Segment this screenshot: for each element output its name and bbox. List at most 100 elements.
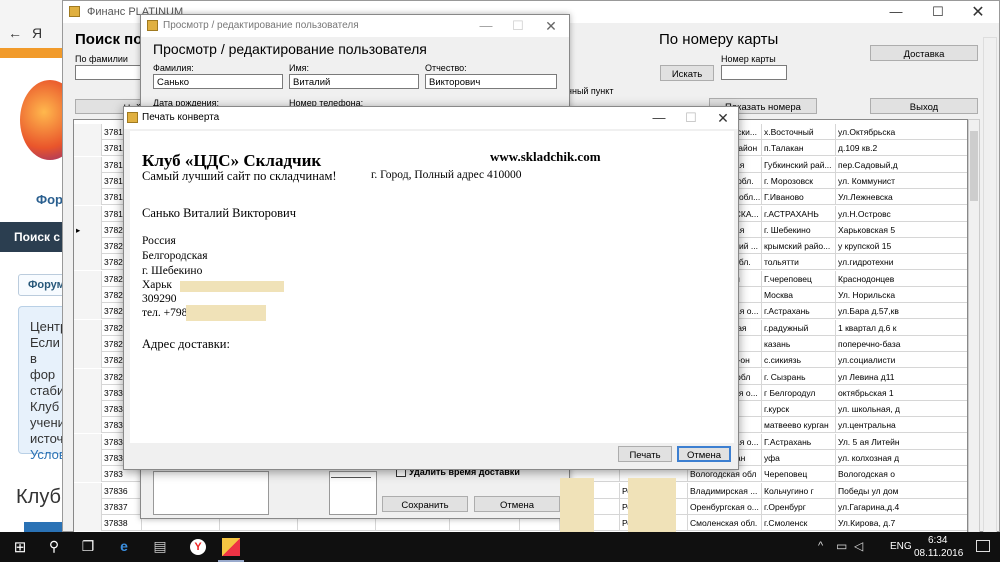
table-cell-marker[interactable]: [74, 498, 102, 515]
card-number-input[interactable]: [721, 65, 787, 80]
table-cell-city[interactable]: г.Смоленск: [762, 515, 836, 532]
table-cell-city[interactable]: Г.Иваново: [762, 189, 836, 206]
site-search-bar[interactable]: Поиск с: [0, 222, 65, 252]
table-cell-city[interactable]: г.АСТРАХАНЬ: [762, 205, 836, 222]
clock-date[interactable]: 08.11.2016: [914, 548, 963, 559]
notifications-icon[interactable]: [976, 540, 990, 552]
table-cell-marker[interactable]: [74, 515, 102, 532]
table-cell-street[interactable]: ул.Н.Островс: [836, 206, 967, 222]
table-cell-city[interactable]: Г.череповец: [762, 270, 836, 287]
table-cell-street[interactable]: Вологодская о: [836, 466, 967, 482]
club-button[interactable]: [24, 522, 64, 532]
window-scrollbar[interactable]: [983, 37, 997, 533]
table-cell-city[interactable]: х.Восточный: [762, 124, 836, 140]
table-cell-street[interactable]: пер.Садовый,д: [836, 157, 967, 173]
forum-button[interactable]: Форум: [18, 274, 65, 296]
language-indicator[interactable]: ENG: [890, 541, 912, 552]
table-cell-region[interactable]: Владимирская ...: [688, 482, 762, 499]
table-cell-city[interactable]: г.Оренбург: [762, 498, 836, 515]
table-cell-city[interactable]: Губкинский рай...: [762, 156, 836, 173]
search-icon[interactable]: ⚲: [44, 538, 64, 556]
maximize-icon[interactable]: ☐: [503, 15, 533, 37]
info-line[interactable]: Услов: [30, 447, 65, 463]
yandex-browser-icon[interactable]: Y: [190, 539, 206, 555]
table-cell-region[interactable]: Смоленская обл.: [688, 515, 762, 532]
yandex-tab-icon[interactable]: Я: [32, 25, 42, 41]
network-icon[interactable]: ▭: [836, 539, 847, 553]
table-cell-street[interactable]: Ул. Норильска: [836, 287, 967, 303]
minimize-icon[interactable]: —: [644, 107, 674, 129]
finance-app-icon[interactable]: [222, 538, 240, 556]
table-cell-id[interactable]: 37836: [102, 482, 142, 499]
table-cell-city[interactable]: Череповец: [762, 466, 836, 483]
close-icon[interactable]: ✕: [963, 1, 993, 23]
table-cell-city[interactable]: г.курск: [762, 401, 836, 418]
table-cell-city[interactable]: Г.Астрахань: [762, 433, 836, 450]
maximize-icon[interactable]: ☐: [676, 107, 706, 129]
table-cell-street[interactable]: Ул.Кирова, д.7: [836, 515, 967, 531]
table-cell-street[interactable]: Ул.Лежневска: [836, 189, 967, 205]
search-button[interactable]: Искать: [660, 65, 714, 81]
table-cell-marker[interactable]: [74, 189, 102, 206]
table-cell-city[interactable]: матвеево курган: [762, 417, 836, 434]
table-cell-marker[interactable]: [74, 352, 102, 369]
table-cell-city[interactable]: г. Сызрань: [762, 368, 836, 385]
table-cell-street[interactable]: Ул. 5 ая Литейн: [836, 434, 967, 450]
table-cell-marker[interactable]: [74, 319, 102, 336]
table-cell-street[interactable]: ул.социалисти: [836, 352, 967, 368]
table-cell-marker[interactable]: [74, 124, 102, 140]
file-explorer-icon[interactable]: ▤: [150, 538, 170, 556]
surname-field[interactable]: Санько: [153, 74, 283, 89]
back-arrow-icon[interactable]: ←: [8, 25, 22, 41]
table-cell-street[interactable]: ул.Гагарина,д.4: [836, 499, 967, 515]
table-cell-marker[interactable]: [74, 254, 102, 271]
table-cell-city[interactable]: г.Астрахань: [762, 303, 836, 320]
table-cell-id[interactable]: 37837: [102, 498, 142, 515]
grid-scroll-thumb[interactable]: [970, 131, 978, 201]
minimize-icon[interactable]: —: [881, 1, 911, 23]
table-cell-city[interactable]: г. Шебекино: [762, 221, 836, 238]
table-cell-city[interactable]: Кольчугино г: [762, 482, 836, 499]
table-cell-street[interactable]: ул.центральна: [836, 417, 967, 433]
table-cell-marker[interactable]: [74, 156, 102, 173]
windows-start-icon[interactable]: ⊞: [10, 538, 30, 556]
table-cell-region[interactable]: Оренбургская о...: [688, 498, 762, 515]
table-cell-city[interactable]: п.Талакан: [762, 140, 836, 157]
table-cell-marker[interactable]: [74, 205, 102, 222]
edge-browser-icon[interactable]: e: [114, 538, 134, 556]
table-cell-marker[interactable]: [74, 287, 102, 303]
table-cell-id[interactable]: 37838: [102, 515, 142, 532]
table-cell-city[interactable]: с.сикиязь: [762, 352, 836, 369]
table-cell-city[interactable]: Москва: [762, 287, 836, 303]
table-cell-marker[interactable]: [74, 417, 102, 434]
minimize-icon[interactable]: —: [471, 15, 501, 37]
table-cell-street[interactable]: Победы ул дом: [836, 483, 967, 499]
table-cell-marker[interactable]: [74, 401, 102, 418]
table-cell-marker[interactable]: [74, 140, 102, 157]
table-cell-street[interactable]: поперечно-база: [836, 336, 967, 352]
table-cell-city[interactable]: уфа: [762, 450, 836, 466]
table-cell-marker[interactable]: [74, 303, 102, 320]
table-cell-marker[interactable]: [74, 335, 102, 352]
table-cell-street[interactable]: ул.гидротехни: [836, 254, 967, 270]
table-cell-marker[interactable]: [74, 368, 102, 385]
table-cell-city[interactable]: г.радужный: [762, 319, 836, 336]
table-cell-marker[interactable]: [74, 270, 102, 287]
table-cell-street[interactable]: ул. Коммунист: [836, 173, 967, 189]
table-cell-marker[interactable]: [74, 466, 102, 483]
table-cell-marker[interactable]: [74, 450, 102, 466]
table-cell-street[interactable]: ул. колхозная д: [836, 450, 967, 466]
cancel-button[interactable]: Отмена: [677, 446, 731, 462]
maximize-icon[interactable]: ☐: [923, 1, 953, 23]
table-cell-city[interactable]: крымский райо...: [762, 238, 836, 255]
table-cell-street[interactable]: Харьковская 5: [836, 222, 967, 238]
patronymic-field[interactable]: Викторович: [425, 74, 557, 89]
table-cell-marker[interactable]: [74, 482, 102, 499]
table-cell-street[interactable]: д.109 кв.2: [836, 140, 967, 156]
table-cell-city[interactable]: г. Морозовск: [762, 172, 836, 189]
volume-icon[interactable]: ◁: [854, 539, 863, 553]
table-cell-street[interactable]: ул. школьная, д: [836, 401, 967, 417]
table-cell-marker[interactable]: [74, 172, 102, 189]
table-cell-city[interactable]: тольятти: [762, 254, 836, 271]
save-button[interactable]: Сохранить: [382, 496, 468, 512]
